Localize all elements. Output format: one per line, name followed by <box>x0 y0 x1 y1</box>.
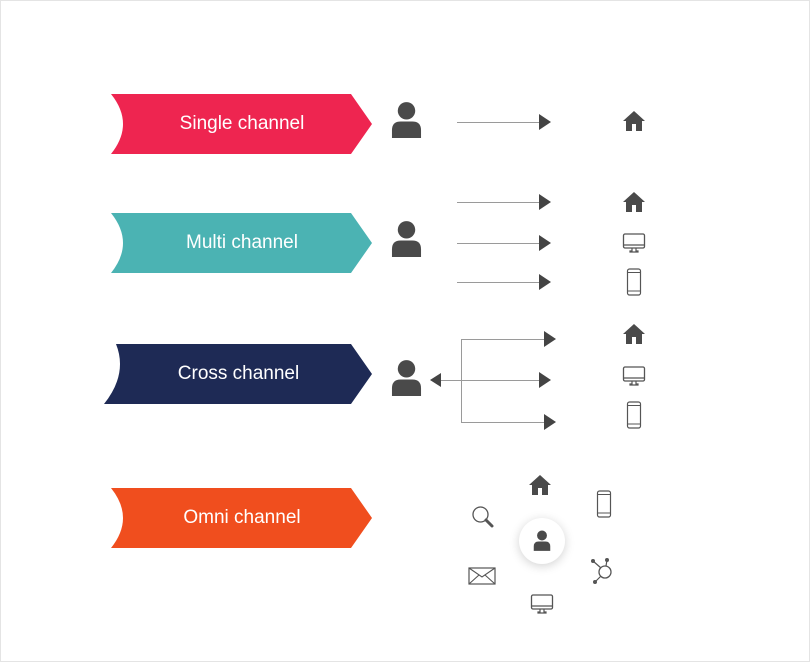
arrow-head <box>539 372 551 388</box>
monitor-icon <box>622 364 646 388</box>
monitor-icon <box>622 231 646 255</box>
arrow-head-left <box>430 373 441 387</box>
arrow-head <box>539 274 551 290</box>
monitor-icon <box>530 592 554 616</box>
home-icon <box>622 322 646 346</box>
banner-omni-channel: Omni channel <box>111 488 373 548</box>
omni-hub <box>519 518 565 564</box>
home-icon <box>622 109 646 133</box>
connector-line <box>457 243 541 244</box>
connector-line <box>461 422 545 423</box>
connector-line <box>457 282 541 283</box>
connector-line <box>461 339 545 340</box>
banner-cross-channel: Cross channel <box>104 344 373 404</box>
smartphone-icon <box>626 401 642 429</box>
banner-label: Omni channel <box>183 507 301 528</box>
mail-icon <box>468 567 496 585</box>
person-icon <box>391 101 422 140</box>
connector-line <box>457 122 541 123</box>
person-icon <box>533 530 551 552</box>
arrow-head <box>544 331 556 347</box>
arrow-head <box>544 414 556 430</box>
banner-label: Multi channel <box>186 232 298 253</box>
banner-label: Single channel <box>179 113 305 134</box>
connector-line <box>441 380 541 381</box>
search-icon <box>471 505 495 529</box>
banner-multi-channel: Multi channel <box>111 213 373 273</box>
banner-single-channel: Single channel <box>111 94 373 154</box>
home-icon <box>622 190 646 214</box>
channel-diagram: Single channel Multi channel Cross chann… <box>0 0 810 662</box>
smartphone-icon <box>626 268 642 296</box>
network-icon <box>590 557 614 585</box>
smartphone-icon <box>596 490 612 518</box>
arrow-head <box>539 235 551 251</box>
person-icon <box>391 220 422 259</box>
person-icon <box>391 359 422 398</box>
connector-line <box>457 202 541 203</box>
banner-label: Cross channel <box>177 363 300 384</box>
connector-line <box>461 339 462 423</box>
arrow-head <box>539 194 551 210</box>
arrow-head <box>539 114 551 130</box>
home-icon <box>528 473 552 497</box>
